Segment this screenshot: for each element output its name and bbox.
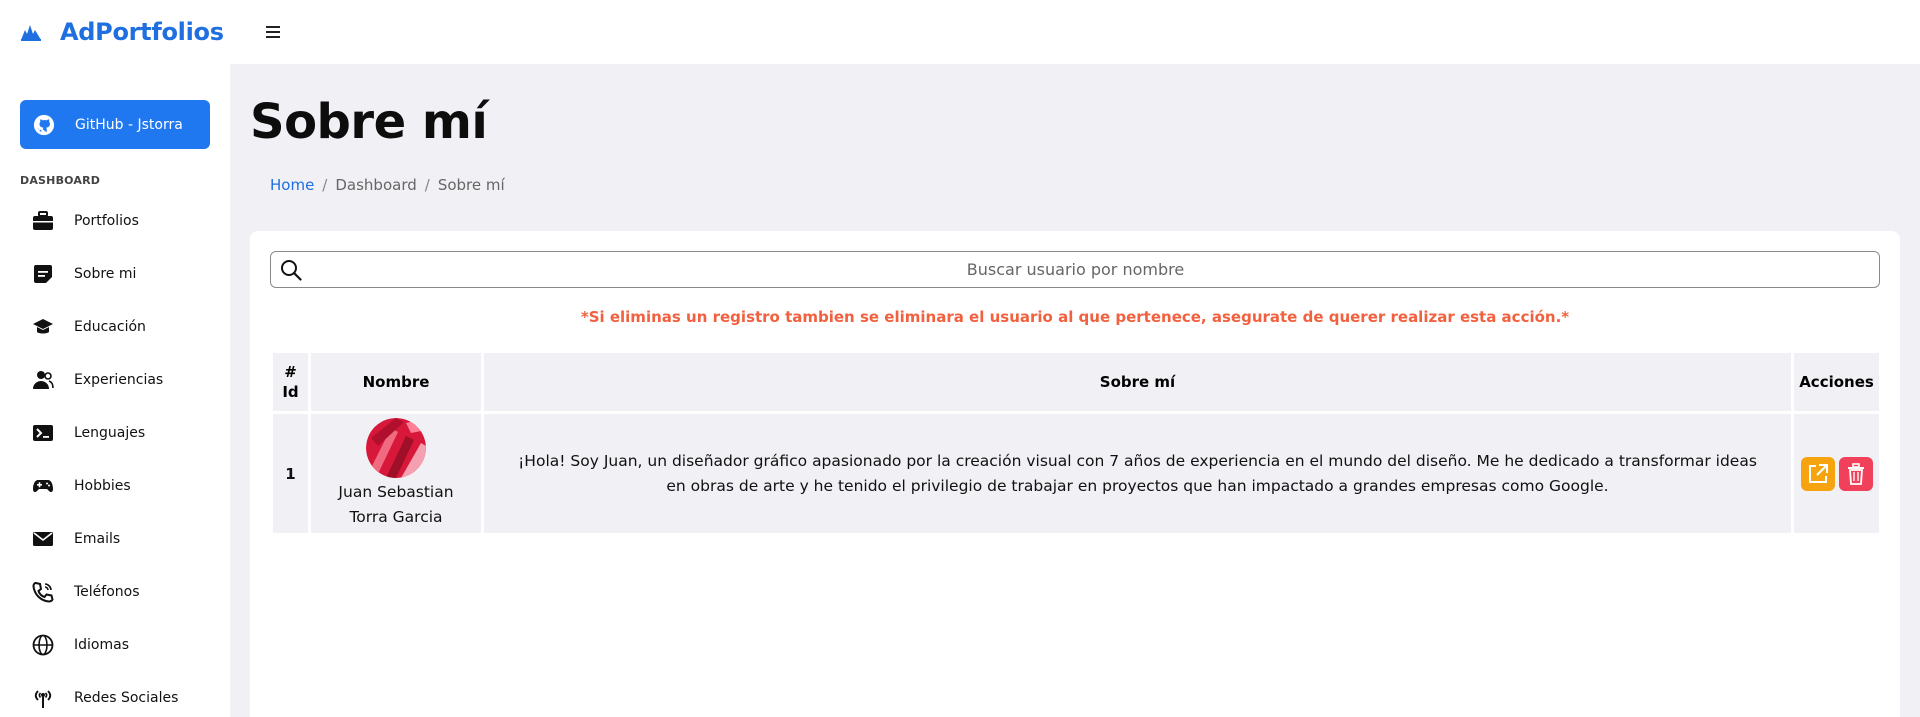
- cell-name: Juan Sebastian Torra Garcia: [311, 414, 481, 533]
- sidebar-item-label: Educación: [74, 318, 146, 335]
- gamepad-icon: [32, 475, 54, 497]
- column-header-id-hash: #: [284, 363, 297, 381]
- users-icon: [32, 369, 54, 391]
- breadcrumb-separator: /: [424, 176, 430, 194]
- external-link-icon: [1808, 463, 1828, 483]
- sidebar-item-hobbies[interactable]: Hobbies: [0, 459, 230, 512]
- sidebar-item-label: Emails: [74, 530, 121, 547]
- delete-button[interactable]: [1838, 456, 1873, 491]
- broadcast-icon: [32, 687, 54, 709]
- sidebar-item-label: Experiencias: [74, 371, 164, 388]
- avatar: [366, 417, 426, 478]
- sidebar-item-label: Sobre mi: [74, 265, 137, 282]
- breadcrumb-current: Sobre mí: [437, 176, 505, 194]
- graduation-cap-icon: [32, 316, 54, 338]
- sidebar-section-label: DASHBOARD: [20, 174, 101, 187]
- edit-button[interactable]: [1800, 456, 1835, 491]
- page-title: Sobre mí: [250, 94, 488, 150]
- top-header: AdPortfolios: [0, 0, 1920, 64]
- cell-id: 1: [273, 414, 308, 533]
- sidebar-item-educacion[interactable]: Educación: [0, 300, 230, 353]
- cell-about: ¡Hola! Soy Juan, un diseñador gráfico ap…: [484, 414, 1791, 533]
- column-header-actions: Acciones: [1794, 353, 1879, 411]
- github-button-label: GitHub - Jstorra: [75, 116, 183, 133]
- brand[interactable]: AdPortfolios: [20, 18, 224, 46]
- row-actions: [1794, 456, 1879, 491]
- sidebar-item-portfolios[interactable]: Portfolios: [0, 194, 230, 247]
- user-name-line-2: Torra Garcia: [349, 507, 443, 526]
- breadcrumb: Home / Dashboard / Sobre mí: [270, 176, 505, 194]
- sidebar-item-label: Teléfonos: [74, 583, 140, 600]
- terminal-icon: [32, 422, 54, 444]
- breadcrumb-separator: /: [322, 176, 328, 194]
- search-input[interactable]: [302, 260, 1879, 279]
- github-icon: [33, 114, 55, 135]
- column-header-id[interactable]: # Id: [273, 353, 308, 411]
- sidebar-item-redes-sociales[interactable]: Redes Sociales: [0, 671, 230, 717]
- sidebar-item-sobre-mi[interactable]: Sobre mi: [0, 247, 230, 300]
- menu-toggle-icon[interactable]: [264, 25, 282, 39]
- about-text-line-1: ¡Hola! Soy Juan, un diseñador gráfico ap…: [518, 451, 1757, 470]
- envelope-icon: [32, 528, 54, 550]
- search-bar: [270, 251, 1880, 288]
- about-table: # Id Nombre Sobre mí Acciones 1 Juan Seb…: [270, 350, 1882, 536]
- about-text-line-2: en obras de arte y he tenido el privileg…: [666, 476, 1609, 495]
- sidebar-item-emails[interactable]: Emails: [0, 512, 230, 565]
- logo-icon: [21, 25, 41, 41]
- sidebar-item-label: Lenguajes: [74, 424, 146, 441]
- sidebar-item-lenguajes[interactable]: Lenguajes: [0, 406, 230, 459]
- user-name-line-1: Juan Sebastian: [338, 482, 454, 501]
- column-header-id-label: Id: [282, 383, 299, 401]
- column-header-name[interactable]: Nombre: [311, 353, 481, 411]
- sidebar: GitHub - Jstorra DASHBOARD Portfolios So…: [0, 64, 230, 717]
- sidebar-item-label: Idiomas: [74, 636, 129, 653]
- sidebar-item-label: Redes Sociales: [74, 689, 179, 706]
- note-icon: [32, 263, 54, 285]
- github-button[interactable]: GitHub - Jstorra: [20, 100, 210, 149]
- sidebar-item-label: Hobbies: [74, 477, 131, 494]
- sidebar-item-experiencias[interactable]: Experiencias: [0, 353, 230, 406]
- breadcrumb-home-link[interactable]: Home: [270, 176, 314, 194]
- trash-icon: [1847, 462, 1864, 485]
- sidebar-item-label: Portfolios: [74, 212, 139, 229]
- sidebar-item-idiomas[interactable]: Idiomas: [0, 618, 230, 671]
- delete-warning-message: *Si eliminas un registro tambien se elim…: [580, 308, 1570, 326]
- breadcrumb-dashboard: Dashboard: [335, 176, 417, 194]
- column-header-about[interactable]: Sobre mí: [484, 353, 1791, 411]
- table-header-row: # Id Nombre Sobre mí Acciones: [273, 353, 1879, 411]
- briefcase-icon: [32, 210, 54, 232]
- table-row: 1 Juan Sebastian Torra Garcia ¡Hola! Soy…: [273, 414, 1879, 533]
- brand-name: AdPortfolios: [60, 18, 224, 46]
- phone-icon: [32, 581, 54, 603]
- main-content: Sobre mí Home / Dashboard / Sobre mí *Si…: [230, 64, 1920, 717]
- search-icon: [281, 259, 302, 281]
- globe-icon: [32, 634, 54, 656]
- content-card: *Si eliminas un registro tambien se elim…: [250, 231, 1900, 717]
- sidebar-item-telefonos[interactable]: Teléfonos: [0, 565, 230, 618]
- sidebar-nav: Portfolios Sobre mi Educación Experienci…: [0, 194, 230, 717]
- cell-actions: [1794, 414, 1879, 533]
